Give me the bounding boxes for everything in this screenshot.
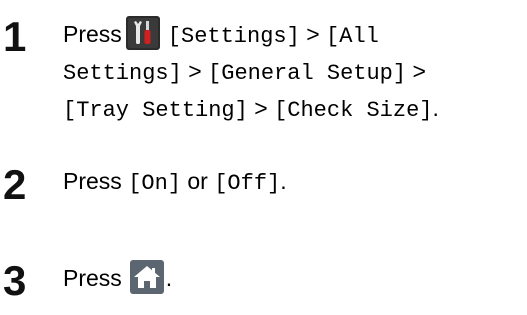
settings-icon[interactable] — [125, 16, 160, 50]
step-2: 2 Press [On] or [Off]. — [0, 162, 527, 212]
menu-all-settings-part: [All — [326, 24, 379, 49]
period: . — [432, 95, 439, 121]
step-number: 3 — [3, 257, 27, 304]
menu-check-size: [Check Size] — [274, 98, 433, 123]
separator: > — [299, 21, 327, 47]
step-text: Press [Settings] > [All Settings] > [Gen… — [63, 16, 439, 128]
separator: > — [406, 58, 426, 84]
step-text: Press [On] or [Off]. — [63, 164, 287, 201]
menu-all-settings-part: Settings] — [63, 61, 182, 86]
step-text: Press . — [63, 260, 172, 295]
press-label: Press — [63, 265, 122, 291]
press-label: Press — [63, 21, 122, 47]
step-1: 1 Press [Settings] > [All Settings] > [G… — [0, 10, 527, 130]
home-icon[interactable] — [129, 260, 164, 294]
menu-general-setup: [General Setup] — [208, 61, 407, 86]
step-3: 3 Press . — [0, 258, 527, 308]
period: . — [165, 265, 173, 291]
step-number: 1 — [3, 13, 27, 60]
step-line: [Tray Setting] > [Check Size]. — [63, 91, 439, 128]
step-line: Settings] > [General Setup] > — [63, 54, 439, 91]
separator: > — [181, 58, 209, 84]
or-label: or — [181, 168, 215, 194]
period: . — [280, 168, 287, 194]
menu-settings: [Settings] — [167, 24, 300, 49]
press-label: Press — [63, 168, 129, 194]
separator: > — [247, 95, 275, 121]
step-number: 2 — [3, 161, 27, 208]
menu-tray-setting: [Tray Setting] — [63, 98, 248, 123]
option-off: [Off] — [214, 171, 281, 196]
option-on: [On] — [128, 171, 181, 196]
